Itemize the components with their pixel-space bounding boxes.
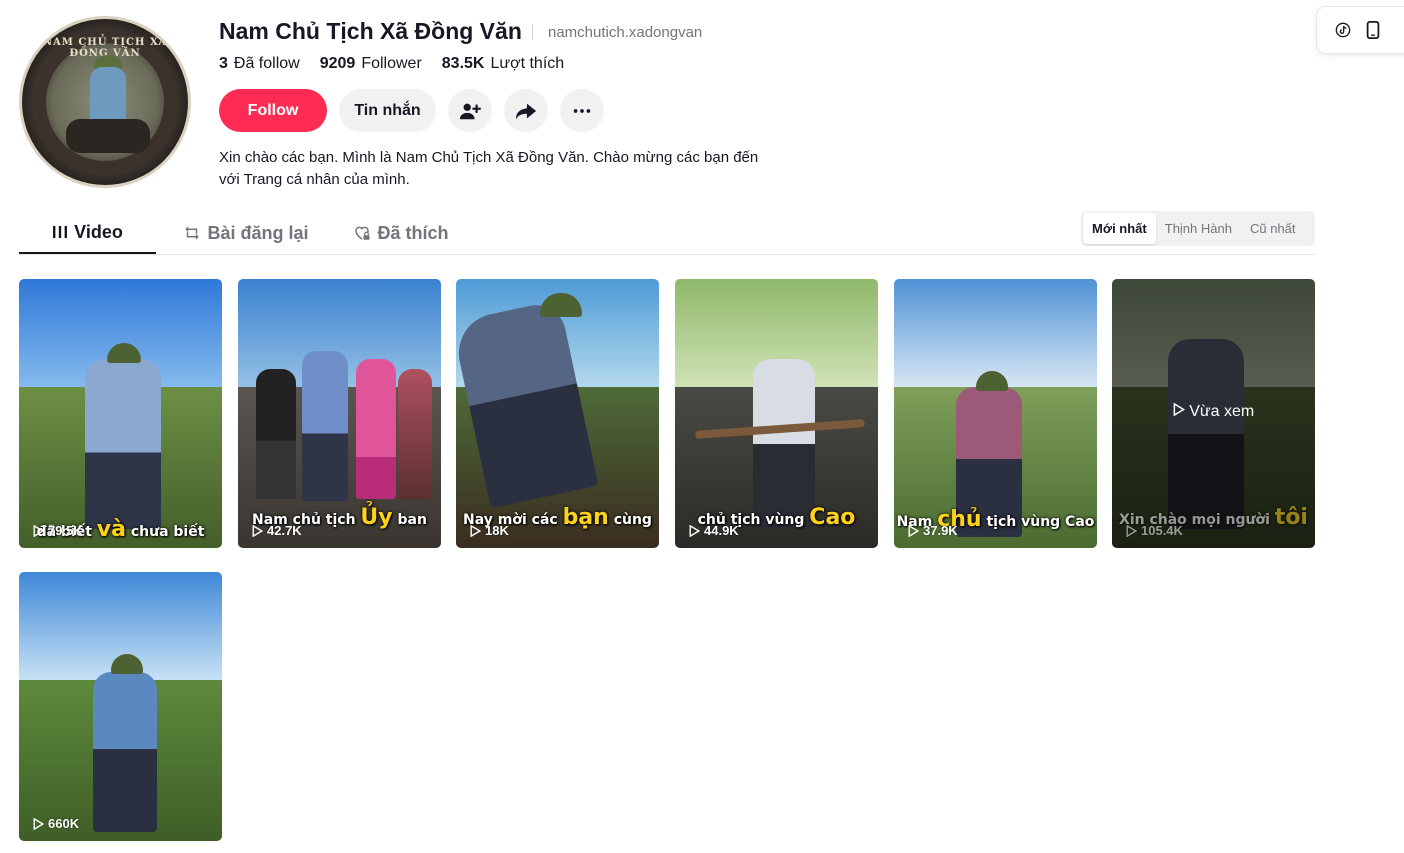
view-count: 18K (485, 523, 509, 538)
view-count: 37.9K (923, 523, 958, 538)
following-count: 3 (219, 55, 228, 72)
add-user-icon (459, 103, 481, 119)
profile-avatar[interactable]: NAM CHỦ TỊCH XÃ ĐỒNG VĂN (19, 16, 191, 188)
video-person (93, 672, 157, 832)
video-card[interactable]: 660K (19, 572, 222, 841)
view-count: 105.4K (1141, 523, 1183, 538)
avatar-figure (90, 67, 126, 127)
video-card[interactable]: Nay mời các bạn cùng 18K (456, 279, 659, 548)
floating-side-panel (1316, 6, 1404, 54)
grid-icon (53, 226, 68, 238)
followers-count: 9209 (319, 55, 356, 72)
video-person (753, 359, 815, 529)
add-friend-button[interactable] (448, 89, 492, 132)
sort-newest[interactable]: Mới nhất (1083, 213, 1156, 244)
recently-watched-label: Vừa xem (1112, 402, 1315, 421)
bio-line: với Trang cá nhân của mình. (219, 171, 410, 188)
video-card[interactable]: đã biết và chưa biết 79.5K (19, 279, 222, 548)
stat-followers[interactable]: 9209 Follower (320, 55, 422, 73)
bio-line: Xin chào các bạn. Mình là Nam Chủ Tịch X… (219, 149, 759, 166)
tiktok-icon[interactable] (1333, 20, 1353, 40)
tab-reposts[interactable]: Bài đăng lại (156, 212, 336, 254)
likes-count: 83.5K (441, 55, 485, 72)
tab-liked[interactable]: Đã thích (336, 212, 466, 254)
play-icon (1173, 402, 1185, 417)
stat-likes: 83.5K Lượt thích (442, 55, 564, 73)
tab-label: Bài đăng lại (207, 222, 309, 243)
sort-trending[interactable]: Thịnh Hành (1156, 213, 1241, 244)
mobile-icon[interactable] (1363, 20, 1383, 40)
video-views: 105.4K (1126, 523, 1183, 538)
video-card[interactable]: chủ tịch vùng Cao 44.9K (675, 279, 878, 548)
following-label: Đã follow (233, 55, 300, 72)
play-icon (33, 524, 44, 537)
video-views: 18K (470, 523, 509, 538)
profile-name: Nam Chủ Tịch Xã Đồng Văn (219, 18, 522, 44)
play-icon (689, 524, 700, 537)
video-card[interactable]: Nam chủ tịch Ủy ban 42.7K (238, 279, 441, 548)
tabs-divider (19, 254, 1315, 255)
video-card[interactable]: Nam chủ tịch vùng Cao 37.9K (894, 279, 1097, 548)
more-dots-icon (573, 108, 591, 113)
video-views: 79.5K (33, 523, 83, 538)
sort-selector: Mới nhất Thịnh Hành Cũ nhất (1081, 211, 1315, 246)
tab-label: Đã thích (377, 222, 449, 243)
play-icon (252, 524, 263, 537)
video-views: 37.9K (908, 523, 958, 538)
video-card[interactable]: Vừa xem Xin chào mọi người tôi 105.4K (1112, 279, 1315, 548)
share-button[interactable] (504, 89, 548, 132)
video-views: 44.9K (689, 523, 739, 538)
stat-following[interactable]: 3 Đã follow (219, 55, 300, 73)
follow-button[interactable]: Follow (219, 89, 327, 132)
more-options-button[interactable] (560, 89, 604, 132)
view-count: 44.9K (704, 523, 739, 538)
video-views: 42.7K (252, 523, 302, 538)
sort-oldest[interactable]: Cũ nhất (1241, 213, 1305, 244)
play-icon (33, 817, 44, 830)
tab-video[interactable]: Video (19, 212, 156, 254)
profile-tabs: Video Bài đăng lại Đã thích (19, 212, 466, 254)
profile-handle: namchutich.xadongvan (548, 24, 703, 41)
profile-stats: 3 Đã follow 9209 Follower 83.5K Lượt thích (219, 55, 564, 73)
tab-label: Video (74, 221, 123, 242)
play-icon (1126, 524, 1137, 537)
video-person (256, 369, 296, 499)
video-person (398, 369, 432, 499)
likes-label: Lượt thích (490, 55, 565, 72)
video-person (356, 359, 396, 499)
view-count: 660K (48, 816, 80, 831)
play-icon (908, 524, 919, 537)
heart-lock-icon (355, 226, 370, 240)
message-button[interactable]: Tin nhắn (339, 89, 436, 132)
repost-icon (185, 226, 200, 240)
followers-label: Follower (361, 55, 422, 72)
share-arrow-icon (515, 103, 537, 119)
video-person (302, 351, 348, 501)
profile-bio: Xin chào các bạn. Mình là Nam Chủ Tịch X… (219, 147, 819, 191)
handle-divider (532, 24, 533, 40)
video-views: 660K (33, 816, 79, 831)
view-count: 42.7K (267, 523, 302, 538)
view-count: 79.5K (48, 523, 83, 538)
avatar-motorbike (66, 119, 150, 153)
play-icon (470, 524, 481, 537)
video-person (85, 359, 161, 529)
